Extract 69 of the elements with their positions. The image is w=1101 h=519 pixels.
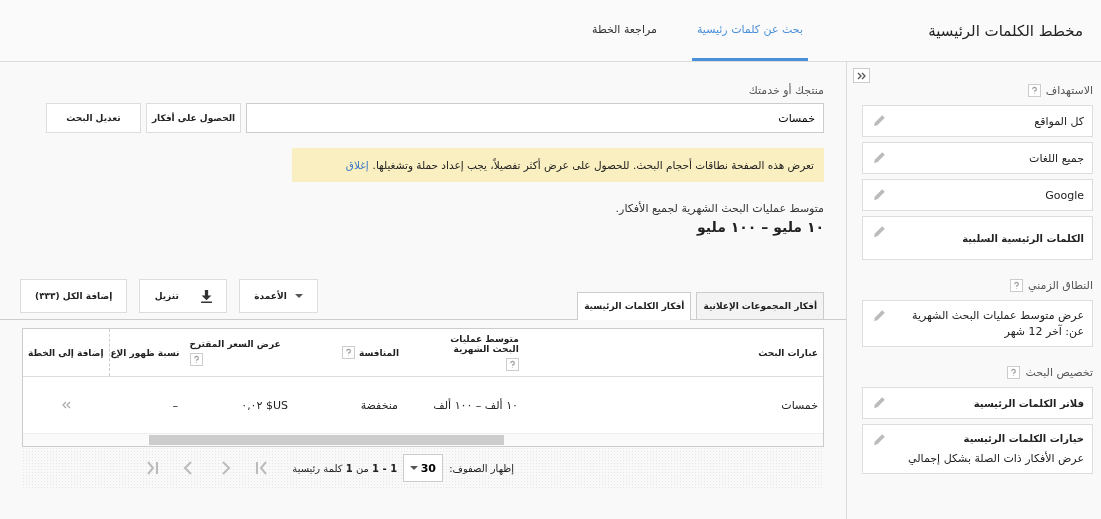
setting-text: جميع اللغات <box>1029 151 1084 165</box>
close-link[interactable]: إغلاق <box>345 159 369 171</box>
setting-card[interactable]: الكلمات الرئيسية السلبية <box>862 216 1093 260</box>
pencil-icon[interactable] <box>873 309 886 322</box>
notice-text: تعرض هذه الصفحة نطاقات أحجام البحث. للحصول على عرض أكثر تفصيلاً، يجب إعداد حملة وتشغيلها. <box>372 159 814 171</box>
section-title: تخصيص البحث <box>1025 365 1093 379</box>
setting-text: خيارات الكلمات الرئيسية <box>962 433 1084 444</box>
column-header: المنافسة <box>358 347 399 358</box>
table-cell: US$ ٠,٠٢ <box>241 398 288 412</box>
help-icon[interactable] <box>1010 278 1023 292</box>
table-cell: خمسات <box>781 398 818 412</box>
setting-text: Google <box>1045 188 1084 202</box>
pencil-icon[interactable] <box>873 433 886 446</box>
pencil-icon[interactable] <box>873 225 886 238</box>
setting-text: الكلمات الرئيسية السلبية <box>962 232 1084 244</box>
help-icon[interactable] <box>505 358 519 371</box>
setting-detail: عرض الأفكار ذات الصلة بشكل إجمالي <box>908 452 1084 465</box>
collapse-button[interactable] <box>853 68 870 83</box>
search-field[interactable]: خمسات <box>246 103 824 133</box>
columns-button[interactable]: الأعمدة <box>239 279 318 313</box>
rows-select[interactable]: 30 <box>403 454 444 482</box>
action-button[interactable]: تعديل البحث <box>46 103 141 133</box>
action-button[interactable]: الحصول على أفكار <box>146 103 241 133</box>
caret-icon <box>410 466 419 470</box>
pencil-icon[interactable] <box>873 188 886 201</box>
setting-card[interactable]: كل المواقع <box>862 105 1093 137</box>
column-header: إضافة إلى الخطة <box>28 347 104 358</box>
bar-chevron-icon[interactable] <box>254 461 269 475</box>
section-title: النطاق الزمني <box>1028 278 1093 292</box>
setting-card[interactable]: عرض متوسط عمليات البحث الشهرية عن: آخر 12 شهر <box>862 300 1093 347</box>
pencil-icon[interactable] <box>873 396 886 409</box>
setting-card[interactable]: خيارات الكلمات الرئيسية عرض الأفكار ذات الصلة بشكل إجمالي <box>862 424 1093 474</box>
bar-chevron-icon[interactable] <box>146 461 161 475</box>
scrollbar[interactable] <box>23 433 823 446</box>
nav-tab[interactable]: مراجعة الخطة <box>587 0 662 61</box>
help-icon[interactable] <box>1007 365 1021 379</box>
setting-card[interactable]: فلاتر الكلمات الرئيسية <box>862 387 1093 419</box>
setting-card[interactable]: جميع اللغات <box>862 142 1093 174</box>
summary-label: متوسط عمليات البحث الشهرية لجميع الأفكار. <box>614 202 824 215</box>
add-icon[interactable] <box>60 401 71 409</box>
pencil-icon[interactable] <box>873 114 886 127</box>
result-tab[interactable]: أفكار المجموعات الإعلانية <box>696 292 824 319</box>
setting-text: عن: آخر 12 شهر <box>1003 325 1084 338</box>
setting-text: كل المواقع <box>1034 114 1084 128</box>
pencil-icon[interactable] <box>873 151 886 164</box>
field-label: منتجك أو خدمتك <box>747 84 824 97</box>
result-tab[interactable]: أفكار الكلمات الرئيسية <box>577 292 692 320</box>
help-icon[interactable] <box>341 346 355 359</box>
column-header: متوسط عمليات البحث الشهرية <box>449 334 519 354</box>
column-header: عرض السعر المقترح <box>189 339 281 349</box>
setting-text: عرض متوسط عمليات البحث الشهرية <box>912 309 1084 322</box>
table-cell: ١٠ ألف – ١٠٠ ألف <box>433 398 518 412</box>
download-icon <box>200 289 212 303</box>
caret-icon <box>294 294 303 298</box>
rows-label: إظهار الصفوف: <box>449 462 514 474</box>
double-chevron-icon <box>856 71 867 80</box>
help-icon[interactable] <box>1027 83 1041 97</box>
column-header: نسبة ظهور الإع <box>110 347 180 358</box>
download-button[interactable]: تنزيل <box>139 279 228 313</box>
table-cell: – <box>172 398 178 412</box>
column-header: عبارات البحث <box>758 347 818 358</box>
table-cell: منخفضة <box>360 398 398 412</box>
summary-value: ١٠ مليو – ١٠٠ مليو <box>695 219 824 235</box>
section-title: الاستهداف <box>1045 83 1093 97</box>
help-icon[interactable] <box>189 353 203 366</box>
setting-text: فلاتر الكلمات الرئيسية <box>973 397 1084 409</box>
add-all-button[interactable]: إضافة الكل (٣٣٣) <box>20 279 128 313</box>
setting-card[interactable]: Google <box>862 179 1093 211</box>
app-title: مخطط الكلمات الرئيسية <box>927 20 1084 42</box>
